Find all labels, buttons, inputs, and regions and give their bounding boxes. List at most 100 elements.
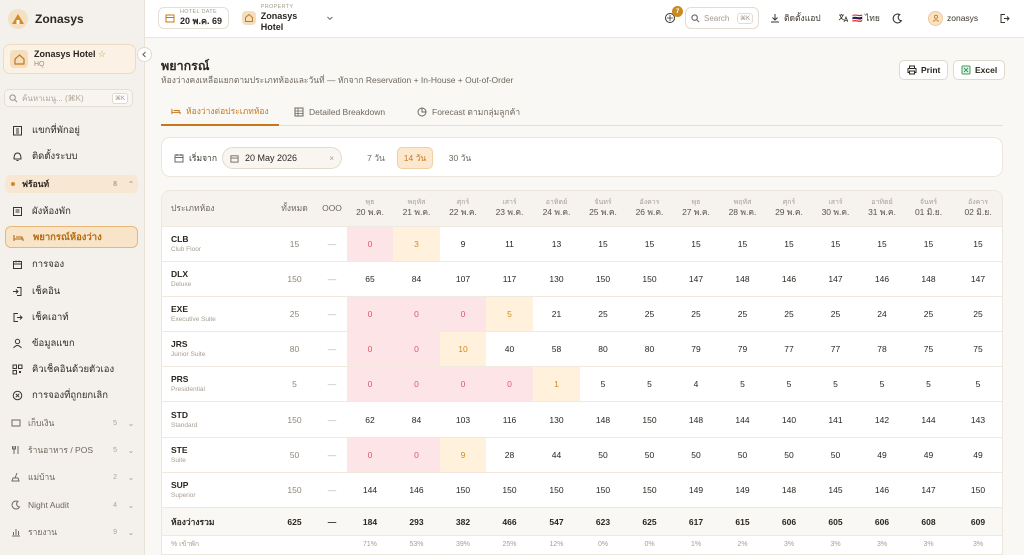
bed-icon (12, 231, 24, 243)
room-type-cell: JRS Junior Suite (162, 331, 272, 368)
header-date: อาทิตย์ 31 พ.ค. (859, 191, 905, 227)
range-30-days[interactable]: 30 วัน (442, 147, 478, 169)
room-code: EXE (171, 303, 189, 314)
header-date-label: 01 มิ.ย. (914, 207, 943, 218)
hotel-icon (10, 50, 28, 68)
availability-cell: 11 (486, 226, 533, 262)
sidebar-item-availability-forecast[interactable]: พยากรณ์ห้องว่าง (5, 226, 138, 248)
room-name: Junior Suite (171, 351, 206, 359)
room-type-cell: PRS Presidential (162, 366, 272, 403)
theme-toggle-button[interactable] (892, 8, 903, 28)
occupancy-cell: 3% (783, 541, 795, 549)
sidebar-group-billing[interactable]: เก็บเงิน 5 ⌄ (5, 414, 138, 432)
clear-date-icon[interactable]: × (329, 154, 334, 163)
range-7-days[interactable]: 7 วัน (358, 147, 394, 169)
ooo-cell: — (317, 226, 347, 262)
sidebar-group-label: ฟร้อนท์ (22, 179, 50, 189)
hotel-date-label: HOTEL DATE (180, 9, 217, 15)
sidebar-group-label: ร้านอาหาร / POS (28, 445, 94, 455)
hotel-date-pill[interactable]: HOTEL DATE 20 พ.ค. 69 (158, 7, 229, 29)
range-14-days[interactable]: 14 วัน (397, 147, 433, 169)
chart-icon (11, 527, 21, 537)
sidebar-group-reports[interactable]: รายงาน 9 ⌄ (5, 523, 138, 541)
sidebar-item-in-house[interactable]: แขกที่พักอยู่ (5, 119, 138, 141)
sidebar-item-label: ข้อมูลแขก (32, 337, 75, 349)
brand-name: Zonasys (35, 12, 84, 26)
availability-cell: 28 (486, 437, 533, 473)
install-app-button[interactable]: ติดตั้งแอป (770, 8, 821, 28)
tab-label: ห้องว่างต่อประเภทห้อง (186, 106, 269, 116)
availability-cell: 25 (905, 296, 952, 333)
sidebar-item-self-checkin[interactable]: คิวเช็คอินด้วยตัวเอง (5, 358, 138, 380)
search-shortcut: ⌘K (111, 92, 128, 104)
total-cell: 608 (905, 507, 952, 536)
logout-button[interactable] (999, 8, 1010, 28)
ooo-cell: — (317, 296, 347, 333)
sidebar-search-input[interactable]: ค้นหาเมนู... (⌘K) ⌘K (4, 89, 133, 107)
availability-cell: 0 (440, 296, 486, 333)
availability-cell: 150 (440, 472, 486, 509)
sidebar-group-housekeeping[interactable]: แม่บ้าน 2 ⌄ (5, 468, 138, 486)
header-date-label: 23 พ.ค. (495, 207, 524, 218)
availability-cell: 107 (440, 261, 486, 297)
language-button[interactable]: 🇹🇭 ไทย (838, 8, 880, 28)
header-date: อังคาร 02 มิ.ย. (952, 191, 1002, 227)
sidebar-item-check-out[interactable]: เช็คเอาท์ (5, 306, 138, 328)
header-date: พฤหัส 21 พ.ค. (393, 191, 440, 227)
printer-icon (907, 65, 917, 75)
sidebar-group-label: Night Audit (28, 500, 70, 510)
sidebar-group-frontdesk[interactable]: ฟร้อนท์ 8 ⌃ (5, 175, 138, 193)
bed-icon (171, 108, 181, 115)
sidebar-group-night-audit[interactable]: Night Audit 4 ⌄ (5, 496, 138, 514)
availability-cell: 150 (626, 401, 673, 438)
availability-cell: 21 (533, 296, 580, 333)
availability-cell: 5 (952, 366, 1002, 403)
header-weekday: อังคาร (968, 199, 988, 207)
sidebar-group-pos[interactable]: ร้านอาหาร / POS 5 ⌄ (5, 441, 138, 459)
tab-availability-by-room-type[interactable]: ห้องว่างต่อประเภทห้อง (161, 98, 279, 126)
tab-detailed-breakdown[interactable]: Detailed Breakdown (284, 98, 395, 126)
availability-cell: 144 (719, 401, 766, 438)
availability-cell: 50 (580, 437, 626, 473)
start-date-value: 20 May 2026 (245, 153, 298, 163)
property-selector[interactable]: PROPERTY Zonasys Hotel (236, 4, 340, 32)
hotel-switcher[interactable]: Zonasys Hotel ☆ HQ (3, 44, 136, 74)
print-label: Print (921, 65, 941, 75)
header-weekday: พุธ (691, 199, 701, 207)
brand[interactable]: Zonasys (8, 8, 84, 30)
total-cell: 615 (719, 507, 766, 536)
sidebar-item-check-in[interactable]: เช็คอิน (5, 280, 138, 302)
room-name: Presidential (171, 386, 205, 394)
user-menu-button[interactable]: zonasys (928, 8, 978, 28)
excel-button[interactable]: Excel (953, 60, 1006, 80)
sidebar-item-guests[interactable]: ข้อมูลแขก (5, 332, 138, 354)
start-date-input[interactable]: 20 May 2026 × (222, 147, 342, 169)
print-button[interactable]: Print (899, 60, 949, 80)
room-plan-icon (11, 205, 23, 217)
availability-cell: 0 (347, 296, 393, 333)
sidebar-item-reservations[interactable]: การจอง (5, 253, 138, 275)
hotel-name: Zonasys Hotel (34, 49, 96, 59)
ooo-cell: — (317, 437, 347, 473)
pie-chart-icon (417, 107, 427, 117)
sidebar-group-count: 5 (113, 419, 117, 427)
header-date: ศุกร์ 22 พ.ค. (440, 191, 486, 227)
collapse-sidebar-button[interactable] (137, 47, 152, 62)
availability-cell: 80 (580, 331, 626, 368)
availability-cell: 147 (952, 261, 1002, 297)
header-weekday: พฤหัส (733, 199, 752, 207)
total-cell: 25 (272, 296, 317, 333)
tab-forecast-by-segment[interactable]: Forecast ตามกลุ่มลูกค้า (407, 98, 530, 126)
availability-cell: 130 (533, 401, 580, 438)
star-icon[interactable]: ☆ (98, 49, 106, 59)
chevron-down-icon: ⌄ (127, 418, 135, 428)
sidebar-item-room-plan[interactable]: ผังห้องพัก (5, 200, 138, 222)
global-search-input[interactable]: Search ⌘K (685, 7, 759, 29)
table-row: SUP Superior 150—144 146 150 150 150 150 150 149 1… (162, 472, 1002, 509)
sidebar-item-setup[interactable]: ติดตั้งระบบ (5, 145, 138, 167)
sidebar-item-label: คิวเช็คอินด้วยตัวเอง (32, 363, 115, 375)
chevron-down-icon: ⌄ (127, 527, 135, 537)
room-code: STD (171, 409, 188, 420)
sidebar-item-cancelled[interactable]: การจองที่ถูกยกเลิก (5, 384, 138, 406)
availability-cell: 146 (859, 261, 905, 297)
